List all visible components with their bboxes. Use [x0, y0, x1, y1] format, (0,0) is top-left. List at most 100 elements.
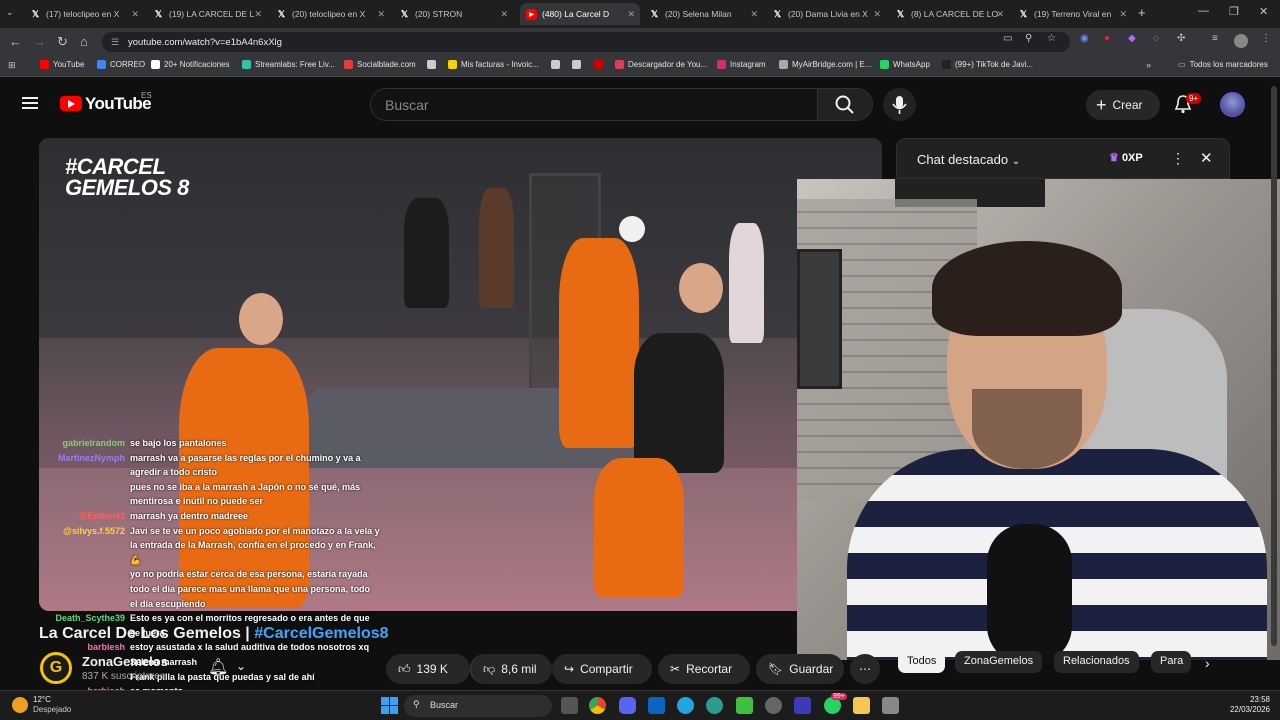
voice-search-button[interactable] [883, 88, 916, 121]
file-explorer-icon[interactable] [853, 697, 870, 714]
minimize-icon[interactable]: — [1198, 5, 1209, 17]
save-button[interactable]: 🔖︎ Guardar [756, 654, 844, 684]
tab-close-icon[interactable]: ✕ [1119, 9, 1127, 20]
chat-close-icon[interactable]: ✕ [1200, 149, 1213, 167]
more-bookmarks-icon[interactable]: » [1146, 60, 1151, 70]
extension-grey-icon[interactable]: ◌ [1153, 33, 1159, 44]
chrome-icon[interactable] [589, 697, 606, 714]
bookmark-item[interactable]: WhatsApp [880, 60, 930, 69]
bookmark-item[interactable]: YouTube [40, 60, 84, 69]
search-input[interactable]: Buscar [370, 88, 818, 121]
browser-tab[interactable]: 𝕏 (20) Dama Livia en X ✕ [766, 3, 886, 25]
bookmark-item[interactable] [427, 60, 440, 69]
apps-grid-icon[interactable]: ⊞ [8, 60, 16, 71]
profile-avatar[interactable] [1234, 34, 1248, 48]
url-field[interactable]: ☰ youtube.com/watch?v=e1bA4n6xXlg [102, 32, 1070, 52]
globe-icon[interactable] [706, 697, 723, 714]
tab-close-icon[interactable]: ✕ [254, 9, 262, 20]
system-clock[interactable]: 23:58 22/03/2026 [1220, 695, 1270, 715]
reload-icon[interactable]: ↻ [57, 34, 68, 50]
more-actions-button[interactable]: ⋯ [850, 654, 880, 684]
account-avatar[interactable] [1220, 92, 1245, 117]
dislike-button[interactable]: 👎︎ 8,6 mil [470, 654, 552, 684]
share-button[interactable]: ↪ Compartir [552, 654, 652, 684]
tab-close-icon[interactable]: ✕ [377, 9, 385, 20]
app-icon[interactable] [882, 697, 899, 714]
create-button[interactable]: + Crear [1086, 90, 1160, 120]
browser-tab[interactable]: 𝕏 (19) Terreno Viral en ✕ [1012, 3, 1132, 25]
tab-close-icon[interactable]: ✕ [627, 9, 635, 20]
tab-search-icon[interactable]: ⌄ [6, 7, 14, 18]
bookmark-item[interactable] [572, 60, 585, 69]
chat-more-icon[interactable]: ⋮ [1171, 150, 1185, 167]
chip-todos[interactable]: Todos [898, 651, 946, 673]
bookmark-item[interactable]: (99+) TikTok de Javi... [942, 60, 1033, 69]
search-button[interactable] [817, 88, 873, 121]
settings-app-icon[interactable] [765, 697, 782, 714]
channel-avatar[interactable]: G [40, 652, 72, 684]
home-icon[interactable]: ⌂ [80, 34, 88, 49]
bookmark-item[interactable]: CORREO [97, 60, 145, 69]
task-view-icon[interactable] [561, 697, 578, 714]
page-scrollbar[interactable] [1271, 86, 1277, 646]
extensions-puzzle-icon[interactable]: ✣ [1177, 33, 1185, 44]
close-window-icon[interactable]: ✕ [1259, 5, 1268, 18]
bookmark-item[interactable]: Mis facturas - Invoic... [448, 60, 539, 69]
bookmark-item[interactable]: MyAirBridge.com | E... [779, 60, 871, 69]
weather-moon-icon[interactable] [12, 697, 28, 713]
browser-tab[interactable]: ▶ (480) La Carcel D ✕ [520, 3, 640, 25]
site-info-icon[interactable]: ☰ [111, 37, 119, 48]
video-title-hashtag[interactable]: #CarcelGemelos8 [254, 625, 388, 642]
all-bookmarks-folder[interactable]: ▭ Todos los marcadores [1178, 60, 1268, 69]
channel-name[interactable]: ZonaGemelos [82, 654, 168, 669]
chip-para[interactable]: Para [1151, 651, 1191, 673]
chevron-down-icon[interactable]: ⌄ [236, 659, 246, 673]
tab-close-icon[interactable]: ✕ [750, 9, 758, 20]
chip-related[interactable]: Relacionados [1054, 651, 1139, 673]
bookmark-item[interactable]: Descargador de You... [615, 60, 707, 69]
chevron-right-icon[interactable]: › [1205, 655, 1210, 671]
taskbar-search-input[interactable]: ⚲ Buscar [404, 695, 552, 717]
chat-mode-dropdown[interactable]: Chat destacado ⌄ [917, 152, 1020, 167]
like-button[interactable]: 👍︎ 139 K [386, 654, 470, 684]
windows-start-icon[interactable] [381, 697, 398, 714]
cast-icon[interactable]: ▭ [1003, 33, 1012, 44]
browser-menu-icon[interactable]: ⋮ [1261, 33, 1271, 44]
back-icon[interactable]: ← [9, 34, 22, 49]
mail-icon[interactable] [648, 697, 665, 714]
new-tab-button[interactable]: + [1138, 5, 1146, 20]
bookmark-item[interactable]: Socialblade.com [344, 60, 416, 69]
browser-tab[interactable]: 𝕏 (20) teloclipeo en X ✕ [270, 3, 390, 25]
xp-badge[interactable]: ♛ 0XP [1109, 151, 1159, 169]
maximize-icon[interactable]: ❐ [1229, 5, 1239, 18]
bookmark-star-icon[interactable]: ☆ [1047, 33, 1056, 44]
browser-tab[interactable]: 𝕏 (19) LA CARCEL DE L ✕ [147, 3, 267, 25]
app-icon[interactable] [794, 697, 811, 714]
bookmark-item[interactable] [551, 60, 564, 69]
browser-tab[interactable]: 𝕏 (20) Selena Milan ✕ [643, 3, 763, 25]
extension-red-icon[interactable]: ● [1104, 33, 1110, 44]
forward-icon[interactable]: → [33, 34, 46, 49]
zoom-icon[interactable]: ⚲ [1025, 33, 1032, 44]
bookmark-item[interactable]: Streamlabs: Free Liv... [242, 60, 335, 69]
bookmark-item[interactable]: 20+ Notificaciones [151, 60, 230, 69]
browser-tab[interactable]: 𝕏 (17) teloclipeo en X ✕ [24, 3, 144, 25]
tab-close-icon[interactable]: ✕ [500, 9, 508, 20]
clip-button[interactable]: ✂ Recortar [658, 654, 750, 684]
bookmark-item[interactable] [594, 60, 607, 69]
edge-icon[interactable] [677, 697, 694, 714]
tab-close-icon[interactable]: ✕ [996, 9, 1004, 20]
chip-channel[interactable]: ZonaGemelos [955, 651, 1043, 673]
sidepanel-icon[interactable]: ≡ [1212, 33, 1218, 44]
youtube-logo-icon[interactable] [60, 96, 82, 111]
tab-close-icon[interactable]: ✕ [873, 9, 881, 20]
notification-bell-icon[interactable]: 🔔︎ [208, 657, 228, 677]
tab-close-icon[interactable]: ✕ [131, 9, 139, 20]
green-app-icon[interactable] [736, 697, 753, 714]
hamburger-menu-icon[interactable] [22, 96, 38, 110]
discord-icon[interactable] [619, 697, 636, 714]
browser-tab[interactable]: 𝕏 (8) LA CARCEL DE LO ✕ [889, 3, 1009, 25]
bookmark-item[interactable]: Instagram [717, 60, 766, 69]
extension-icon[interactable]: ◉ [1080, 33, 1089, 44]
extension-purple-icon[interactable]: ◆ [1128, 33, 1136, 44]
